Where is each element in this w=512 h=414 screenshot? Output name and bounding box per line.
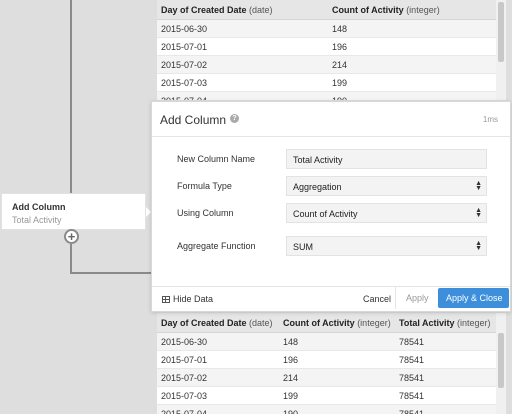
cancel-button[interactable]: Cancel bbox=[363, 294, 391, 304]
data-table-before: Day of Created Date (date) Count of Acti… bbox=[157, 0, 496, 100]
table-row: 2015-06-30 148 78541 bbox=[157, 333, 496, 351]
formula-type-select[interactable]: Aggregation ▲ ▼ bbox=[286, 176, 487, 196]
flow-connector-line bbox=[70, 272, 152, 274]
table-scrollbar-thumb[interactable] bbox=[498, 2, 504, 62]
dialog-footer: Hide Data Cancel Apply Apply & Close bbox=[152, 286, 510, 311]
table-row: 2015-07-02 214 bbox=[157, 56, 496, 74]
column-header[interactable]: Day of Created Date (date) bbox=[157, 318, 279, 328]
using-column-select[interactable]: Count of Activity ▲ ▼ bbox=[286, 203, 487, 223]
column-header[interactable]: Count of Activity (integer) bbox=[328, 5, 496, 15]
select-arrows-icon: ▲ ▼ bbox=[475, 180, 482, 192]
table-grid-icon bbox=[162, 295, 170, 303]
step-card-subtitle: Total Activity bbox=[12, 215, 62, 225]
table-body: 2015-06-30 148 78541 2015-07-01 196 78541 20… bbox=[157, 333, 496, 414]
flow-connector-line bbox=[70, 244, 72, 274]
aggregate-function-select[interactable]: SUM ▲ ▼ bbox=[286, 236, 487, 256]
add-column-dialog: Add Column ? 1ms New Column Name Total A… bbox=[151, 101, 511, 312]
table-body: 2015-06-30 148 2015-07-01 196 2015-07-02 21… bbox=[157, 20, 496, 100]
timing-label: 1ms bbox=[482, 115, 498, 124]
table-row: 2015-07-02 214 78541 bbox=[157, 369, 496, 387]
table-row: 2015-07-01 196 78541 bbox=[157, 351, 496, 369]
apply-and-close-button[interactable]: Apply & Close bbox=[438, 288, 509, 308]
dialog-title: Add Column bbox=[160, 113, 227, 127]
table-scrollbar-thumb[interactable] bbox=[498, 333, 504, 388]
select-arrows-icon: ▲ ▼ bbox=[475, 240, 482, 252]
table-row: 2015-06-30 148 bbox=[157, 20, 496, 38]
table-header: Day of Created Date (date) Count of Acti… bbox=[157, 0, 496, 20]
table-row: 2015-07-03 199 bbox=[157, 74, 496, 92]
table-header: Day of Created Date (date) Count of Acti… bbox=[157, 313, 496, 333]
flow-connector-line bbox=[70, 0, 72, 193]
using-column-label: Using Column bbox=[177, 208, 234, 218]
formula-type-label: Formula Type bbox=[177, 181, 232, 191]
column-header[interactable]: Day of Created Date (date) bbox=[157, 5, 328, 15]
add-step-icon[interactable]: + bbox=[64, 229, 79, 244]
dialog-header: Add Column ? 1ms bbox=[152, 102, 510, 137]
step-card-add-column[interactable]: Add Column Total Activity bbox=[1, 193, 146, 230]
column-header[interactable]: Total Activity (integer) bbox=[395, 318, 496, 328]
table-row: 2015-07-04190 bbox=[157, 92, 496, 100]
apply-button[interactable]: Apply bbox=[395, 287, 435, 309]
data-table-preview: Day of Created Date (date) Count of Acti… bbox=[157, 313, 496, 414]
table-row: 2015-07-03 199 78541 bbox=[157, 387, 496, 405]
new-column-name-input[interactable]: Total Activity bbox=[286, 149, 487, 169]
select-arrows-icon: ▲ ▼ bbox=[475, 207, 482, 219]
table-row: 2015-07-01 196 bbox=[157, 38, 496, 56]
aggregate-function-label: Aggregate Function bbox=[177, 241, 256, 251]
table-row: 2015-07-04 190 78541 bbox=[157, 405, 496, 414]
column-header[interactable]: Count of Activity (integer) bbox=[279, 318, 395, 328]
step-card-title: Add Column bbox=[12, 202, 66, 212]
new-column-name-label: New Column Name bbox=[177, 154, 256, 164]
help-icon[interactable]: ? bbox=[230, 114, 239, 123]
hide-data-button[interactable]: Hide Data bbox=[162, 294, 213, 304]
